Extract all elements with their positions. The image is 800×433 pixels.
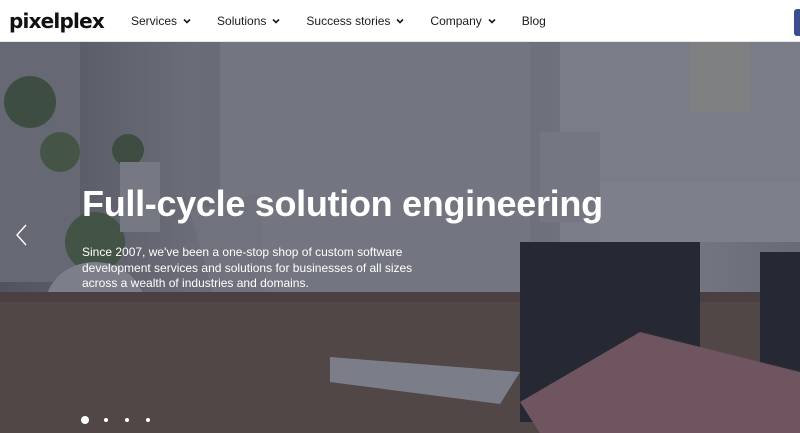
carousel-dot-3[interactable] bbox=[125, 418, 129, 422]
carousel-pagination bbox=[81, 415, 167, 425]
nav-item-services[interactable]: Services bbox=[131, 0, 192, 42]
main-nav: Services Solutions Success stories Compa… bbox=[131, 0, 571, 42]
nav-item-company[interactable]: Company bbox=[430, 0, 496, 42]
chevron-down-icon bbox=[183, 18, 191, 24]
nav-item-label: Company bbox=[430, 14, 482, 28]
carousel-dot-1[interactable] bbox=[81, 416, 89, 424]
nav-item-label: Services bbox=[131, 14, 178, 28]
chevron-down-icon bbox=[488, 18, 496, 24]
nav-item-blog[interactable]: Blog bbox=[522, 0, 546, 42]
chevron-down-icon bbox=[396, 18, 404, 24]
chevron-left-icon[interactable] bbox=[12, 223, 32, 247]
carousel-dot-4[interactable] bbox=[146, 418, 150, 422]
nav-item-label: Success stories bbox=[306, 14, 391, 28]
nav-item-success-stories[interactable]: Success stories bbox=[306, 0, 405, 42]
chevron-down-icon bbox=[272, 18, 280, 24]
carousel-dot-2[interactable] bbox=[104, 418, 108, 422]
nav-item-label: Solutions bbox=[217, 14, 267, 28]
nav-item-label: Blog bbox=[521, 14, 546, 28]
pixelplex-logo[interactable]: pixelplex bbox=[9, 9, 105, 33]
site-header: pixelplex Services Solutions Success sto… bbox=[0, 0, 800, 42]
nav-item-solutions[interactable]: Solutions bbox=[217, 0, 281, 42]
hero-description: Since 2007, we've been a one-stop shop o… bbox=[82, 245, 413, 291]
header-cta-edge[interactable] bbox=[794, 9, 800, 36]
hero-overlay bbox=[0, 42, 800, 433]
hero-slider: Full-cycle solution engineering Since 20… bbox=[0, 42, 800, 433]
hero-title: Full-cycle solution engineering bbox=[82, 183, 603, 224]
